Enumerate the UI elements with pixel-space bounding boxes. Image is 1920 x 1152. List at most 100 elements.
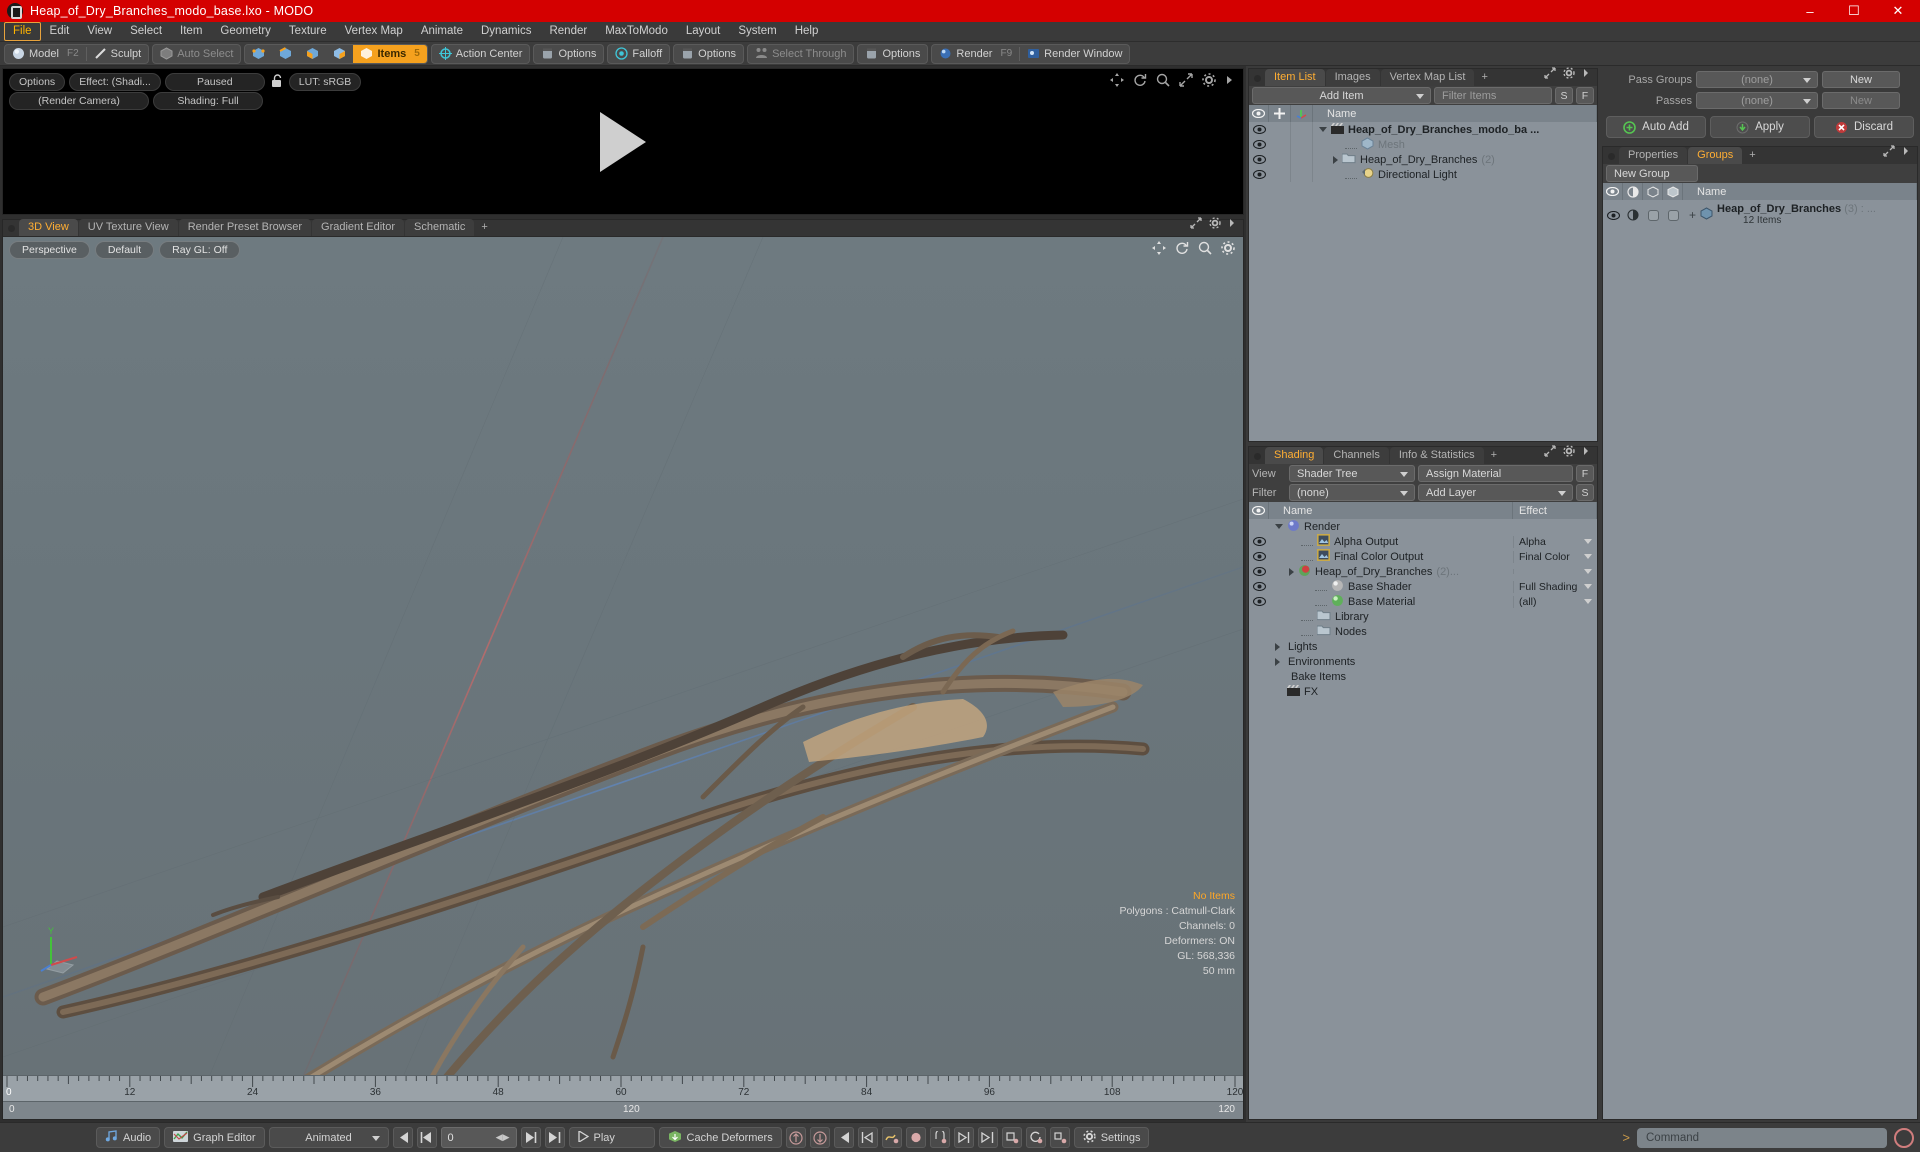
pan-icon[interactable] xyxy=(1110,73,1124,92)
expand-twisty[interactable] xyxy=(1275,657,1280,666)
action-center-button[interactable]: Action Center xyxy=(432,45,530,63)
current-frame-input[interactable]: 0 ◀▶ xyxy=(440,1127,517,1148)
reset-key-button[interactable] xyxy=(1025,1127,1046,1148)
tab-properties[interactable]: Properties xyxy=(1619,147,1688,164)
key-all-button[interactable] xyxy=(1001,1127,1022,1148)
row-visibility-toggle[interactable] xyxy=(1249,125,1269,134)
create-key-button[interactable] xyxy=(881,1127,902,1148)
pan-icon[interactable] xyxy=(1152,241,1166,260)
table-row[interactable]: Render xyxy=(1249,519,1597,534)
row-visibility-toggle[interactable] xyxy=(1249,537,1269,546)
tab-add-button[interactable]: + xyxy=(1475,69,1493,86)
table-row[interactable]: Final Color Output Final Color xyxy=(1249,549,1597,564)
auto-select-button[interactable]: Auto Select xyxy=(153,45,240,63)
play-overlay-icon[interactable] xyxy=(600,111,646,172)
gear-icon[interactable] xyxy=(1209,216,1221,234)
tab-images[interactable]: Images xyxy=(1325,69,1380,86)
table-row[interactable]: Bake Items xyxy=(1249,669,1597,684)
rotate-icon[interactable] xyxy=(1133,73,1147,92)
zoom-icon[interactable] xyxy=(1198,241,1212,260)
apply-button[interactable]: Apply xyxy=(1710,116,1810,138)
cache-deformers-button[interactable]: Cache Deformers xyxy=(658,1127,782,1148)
menu-file[interactable]: File xyxy=(4,22,41,41)
filter-items-input[interactable]: Filter Items xyxy=(1434,87,1552,104)
select-through-button[interactable]: Select Through xyxy=(748,45,853,63)
maximize-panel-icon[interactable] xyxy=(1190,216,1202,234)
vertex-select-button[interactable] xyxy=(245,45,272,63)
preview-camera-button[interactable]: (Render Camera) xyxy=(9,92,149,110)
new-group-button[interactable]: New Group xyxy=(1606,165,1698,182)
settings-button[interactable]: Settings xyxy=(1073,1127,1150,1148)
panel-menu-dot[interactable] xyxy=(1608,153,1615,160)
next-keyframe-button[interactable] xyxy=(977,1127,998,1148)
go-to-start-button[interactable] xyxy=(392,1127,413,1148)
table-row[interactable]: Alpha Output Alpha xyxy=(1249,534,1597,549)
close-button[interactable]: ✕ xyxy=(1876,0,1920,22)
tab-groups[interactable]: Groups xyxy=(1688,147,1743,164)
maximize-panel-icon[interactable] xyxy=(1544,444,1556,462)
row-axis-cell[interactable] xyxy=(1291,122,1313,137)
panel-menu-dot[interactable] xyxy=(1254,75,1261,82)
passes-select[interactable]: (none) xyxy=(1696,92,1818,109)
chevron-right-icon[interactable] xyxy=(1582,444,1590,462)
filter-s-button[interactable]: S xyxy=(1555,87,1573,104)
row-lock-cell[interactable] xyxy=(1269,122,1291,137)
table-row[interactable]: Heap_of_Dry_Branches (2)... xyxy=(1249,564,1597,579)
tab-info-statistics[interactable]: Info & Statistics xyxy=(1389,447,1484,464)
gear-icon[interactable] xyxy=(1221,241,1235,260)
preview-lut-button[interactable]: LUT: sRGB xyxy=(288,73,362,91)
gear-icon[interactable] xyxy=(1202,73,1216,92)
filter-select[interactable]: (none) xyxy=(1289,484,1415,501)
tab-vertex-map-list[interactable]: Vertex Map List xyxy=(1380,69,1475,86)
row-visibility-toggle[interactable] xyxy=(1249,155,1269,164)
table-row[interactable]: Lights xyxy=(1249,639,1597,654)
row-visibility-toggle[interactable] xyxy=(1603,210,1623,220)
tab-schematic[interactable]: Schematic xyxy=(405,219,475,236)
gear-icon[interactable] xyxy=(1563,444,1575,462)
menu-dynamics[interactable]: Dynamics xyxy=(472,22,540,41)
maximize-panel-icon[interactable] xyxy=(1544,66,1556,84)
menu-layout[interactable]: Layout xyxy=(677,22,730,41)
set-key-button[interactable] xyxy=(905,1127,926,1148)
row-visibility-toggle[interactable] xyxy=(1249,140,1269,149)
passes-new-button[interactable]: New xyxy=(1822,92,1900,109)
shading-s-button[interactable]: S xyxy=(1576,484,1594,501)
expand-plus-icon[interactable]: + xyxy=(1689,208,1696,222)
falloff-options-button[interactable]: Options xyxy=(674,45,743,63)
chevron-right-icon[interactable] xyxy=(1902,144,1910,162)
row-effect-cell[interactable]: Alpha xyxy=(1513,535,1597,548)
shading-f-button[interactable]: F xyxy=(1576,465,1594,482)
chevron-right-icon[interactable] xyxy=(1225,73,1235,92)
unlock-icon[interactable] xyxy=(269,73,285,89)
table-row[interactable]: Nodes xyxy=(1249,624,1597,639)
tab-add-button[interactable]: + xyxy=(475,219,493,236)
material-select-button[interactable] xyxy=(326,45,353,63)
expand-twisty[interactable] xyxy=(1275,642,1280,651)
table-row[interactable]: Heap_of_Dry_Branches_modo_ba ... xyxy=(1249,122,1597,137)
key-channels-down-button[interactable] xyxy=(809,1127,830,1148)
row-lock-cell[interactable] xyxy=(1269,152,1291,167)
menu-render[interactable]: Render xyxy=(540,22,596,41)
row-visibility-toggle[interactable] xyxy=(1249,597,1269,606)
row-axis-cell[interactable] xyxy=(1291,137,1313,152)
previous-key-button[interactable] xyxy=(833,1127,854,1148)
panel-menu-dot[interactable] xyxy=(1254,453,1261,460)
gear-icon[interactable] xyxy=(1563,66,1575,84)
tab-gradient-editor[interactable]: Gradient Editor xyxy=(312,219,404,236)
maximize-button[interactable]: ☐ xyxy=(1832,0,1876,22)
row-wire-toggle[interactable] xyxy=(1643,209,1663,221)
panel-menu-dot[interactable] xyxy=(8,225,15,232)
graph-editor-button[interactable]: Graph Editor xyxy=(164,1127,265,1148)
edge-select-button[interactable] xyxy=(272,45,299,63)
table-row[interactable]: FX xyxy=(1249,684,1597,699)
items-mode-button[interactable]: Items 5 xyxy=(353,44,427,63)
play-button[interactable]: Play xyxy=(568,1127,655,1148)
row-lock-cell[interactable] xyxy=(1269,167,1291,182)
preview-paused-button[interactable]: Paused xyxy=(164,73,265,91)
menu-animate[interactable]: Animate xyxy=(412,22,472,41)
tab-3d-view[interactable]: 3D View xyxy=(19,219,78,236)
table-row[interactable]: Environments xyxy=(1249,654,1597,669)
preview-options-button[interactable]: Options xyxy=(9,73,66,91)
rotate-icon[interactable] xyxy=(1175,241,1189,260)
menu-texture[interactable]: Texture xyxy=(280,22,336,41)
